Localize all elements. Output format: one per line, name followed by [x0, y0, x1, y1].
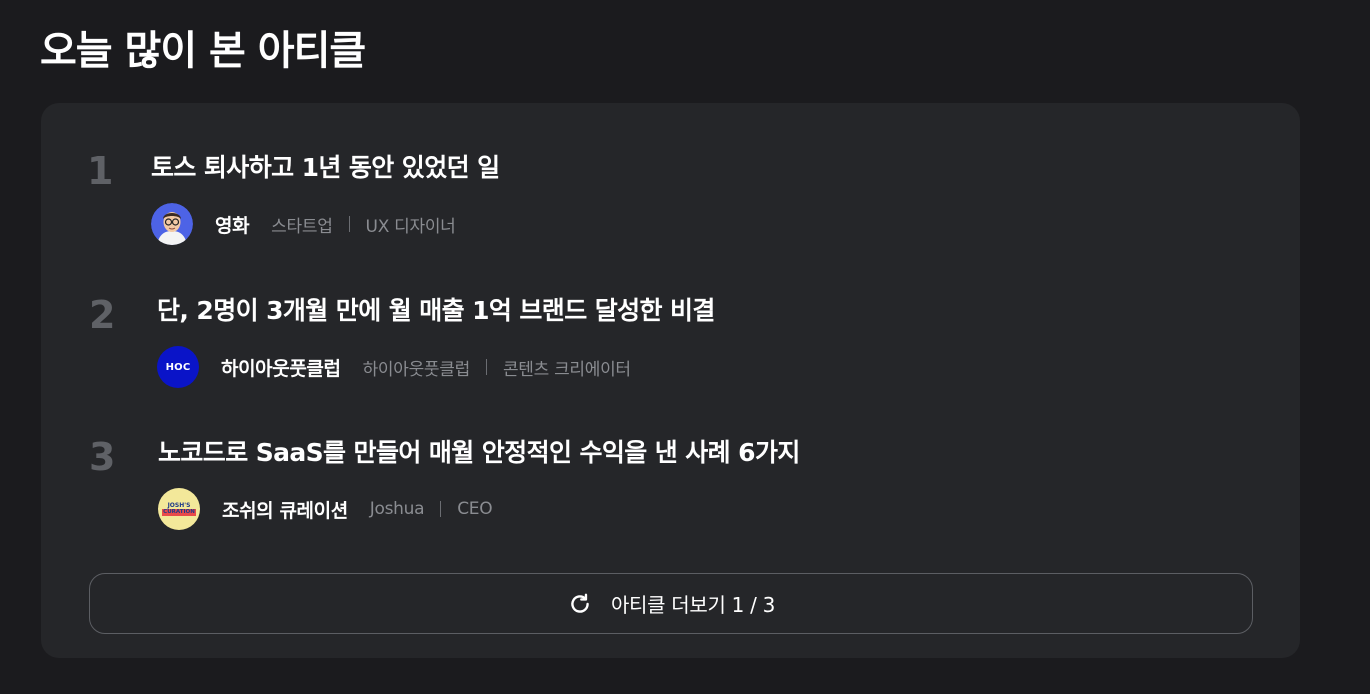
author-row: HOC 하이아웃풋클럽 하이아웃풋클럽 콘텐츠 크리에이터 — [157, 346, 631, 388]
author-role: UX 디자이너 — [365, 216, 456, 237]
curation-logo-line2: CURATION — [162, 509, 196, 516]
author-company: Joshua — [369, 499, 425, 519]
author-avatar[interactable] — [151, 203, 193, 245]
page-title: 오늘 많이 본 아티클 — [40, 28, 366, 74]
hoc-logo: HOC — [165, 361, 191, 373]
author-company: 하이아웃풋클럽 — [362, 359, 471, 380]
author-row: 영화 스타트업 UX 디자이너 — [151, 203, 456, 245]
author-name[interactable]: 영화 — [215, 211, 250, 238]
article-title[interactable]: 단, 2명이 3개월 만에 월 매출 1억 브랜드 달성한 비결 — [157, 298, 715, 323]
author-avatar[interactable]: HOC — [157, 346, 199, 388]
author-avatar[interactable]: JOSH'S CURATION — [158, 488, 200, 530]
author-role: CEO — [457, 499, 493, 519]
refresh-icon — [567, 591, 593, 617]
divider — [440, 501, 442, 517]
author-name[interactable]: 하이아웃풋클럽 — [221, 354, 341, 381]
article-rank: 2 — [89, 293, 116, 337]
article-title[interactable]: 노코드로 SaaS를 만들어 매월 안정적인 수익을 낸 사례 6가지 — [158, 440, 800, 465]
article-rank: 3 — [89, 435, 116, 479]
article-rank: 1 — [87, 149, 114, 193]
popular-articles-card: 1 토스 퇴사하고 1년 동안 있었던 일 영화 스타트업 UX 디자이너 2 … — [41, 103, 1300, 658]
divider — [485, 359, 487, 375]
article-title[interactable]: 토스 퇴사하고 1년 동안 있었던 일 — [151, 155, 500, 180]
divider — [348, 216, 350, 232]
author-role: 콘텐츠 크리에이터 — [502, 359, 631, 380]
article-item-1[interactable]: 1 토스 퇴사하고 1년 동안 있었던 일 영화 스타트업 UX 디자이너 — [41, 103, 1300, 245]
author-name[interactable]: 조쉬의 큐레이션 — [222, 496, 348, 523]
author-company: 스타트업 — [271, 216, 333, 237]
author-row: JOSH'S CURATION 조쉬의 큐레이션 Joshua CEO — [158, 488, 493, 530]
curation-logo-line1: JOSH'S — [167, 502, 191, 509]
more-articles-label: 아티클 더보기 1 / 3 — [610, 593, 776, 617]
memoji-avatar-icon — [151, 203, 193, 245]
article-item-3[interactable]: 3 노코드로 SaaS를 만들어 매월 안정적인 수익을 낸 사례 6가지 JO… — [41, 388, 1300, 530]
article-item-2[interactable]: 2 단, 2명이 3개월 만에 월 매출 1억 브랜드 달성한 비결 HOC 하… — [41, 246, 1300, 388]
more-articles-button[interactable]: 아티클 더보기 1 / 3 — [89, 573, 1253, 634]
